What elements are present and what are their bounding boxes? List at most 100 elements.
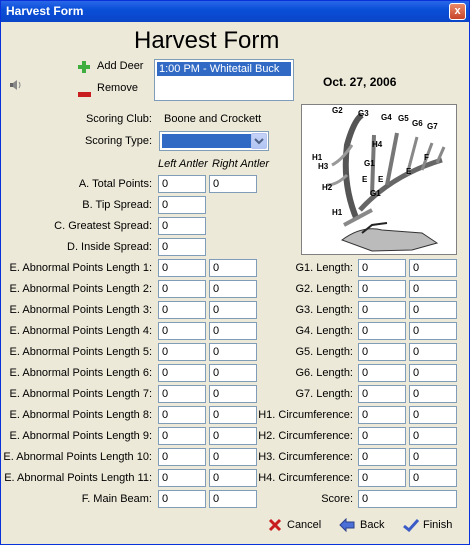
- diagram-label: G7: [427, 122, 438, 131]
- diagram-label: G1: [370, 189, 381, 198]
- right-antler-input[interactable]: 0: [209, 301, 257, 319]
- left-antler-input[interactable]: 0: [158, 343, 206, 361]
- right-antler-input[interactable]: 0: [409, 469, 457, 487]
- field-label: E. Abnormal Points Length 10:: [3, 451, 152, 463]
- field-label: E. Abnormal Points Length 3:: [9, 304, 152, 316]
- right-antler-input[interactable]: 0: [209, 259, 257, 277]
- left-antler-input[interactable]: 0: [158, 385, 206, 403]
- field-label: G6. Length:: [295, 367, 354, 379]
- right-antler-input[interactable]: 0: [409, 343, 457, 361]
- left-antler-header: Left Antler: [158, 158, 208, 170]
- left-antler-input[interactable]: 0: [158, 322, 206, 340]
- right-antler-input[interactable]: 0: [409, 427, 457, 445]
- right-antler-input[interactable]: 0: [409, 364, 457, 382]
- right-antler-input[interactable]: 0: [409, 322, 457, 340]
- field-label: F. Main Beam:: [81, 493, 152, 505]
- left-antler-input[interactable]: 0: [158, 364, 206, 382]
- title-bar[interactable]: Harvest Form x: [1, 1, 469, 22]
- scoring-type-label: Scoring Type:: [84, 135, 152, 147]
- right-antler-input[interactable]: 0: [209, 406, 257, 424]
- left-antler-input[interactable]: 0: [158, 448, 206, 466]
- left-antler-input[interactable]: 0: [158, 469, 206, 487]
- right-antler-input[interactable]: 0: [409, 385, 457, 403]
- back-label: Back: [360, 519, 385, 531]
- speaker-icon[interactable]: [9, 78, 23, 90]
- total-points-left-input[interactable]: 0: [158, 175, 206, 193]
- right-antler-input[interactable]: 0: [409, 301, 457, 319]
- left-antler-input[interactable]: 0: [158, 490, 206, 508]
- right-antler-input[interactable]: 0: [409, 448, 457, 466]
- right-antler-input[interactable]: 0: [409, 280, 457, 298]
- right-antler-input[interactable]: 0: [409, 406, 457, 424]
- left-antler-input[interactable]: 0: [358, 322, 406, 340]
- field-label: B. Tip Spread:: [82, 199, 152, 211]
- field-label: G7. Length:: [295, 388, 354, 400]
- field-label: H2. Circumference:: [258, 430, 353, 442]
- tip-spread-input[interactable]: 0: [158, 196, 206, 214]
- diagram-label: E: [362, 175, 368, 184]
- right-antler-input[interactable]: 0: [209, 490, 257, 508]
- right-antler-input[interactable]: 0: [209, 385, 257, 403]
- add-deer-button[interactable]: Add Deer: [97, 60, 143, 72]
- left-antler-input[interactable]: 0: [358, 469, 406, 487]
- right-antler-input[interactable]: 0: [409, 259, 457, 277]
- left-antler-input[interactable]: 0: [358, 280, 406, 298]
- diagram-label: F: [424, 153, 429, 162]
- score-input[interactable]: 0: [358, 490, 457, 508]
- checkmark-icon: [403, 518, 420, 533]
- deer-list-item[interactable]: 1:00 PM - Whitetail Buck: [157, 62, 291, 76]
- diagram-label: G3: [358, 109, 369, 118]
- left-antler-input[interactable]: 0: [158, 427, 206, 445]
- field-label: H3. Circumference:: [258, 451, 353, 463]
- left-antler-input[interactable]: 0: [358, 364, 406, 382]
- add-icon[interactable]: [77, 60, 91, 74]
- field-label: E. Abnormal Points Length 5:: [9, 346, 152, 358]
- remove-button[interactable]: Remove: [97, 82, 138, 94]
- right-antler-input[interactable]: 0: [209, 364, 257, 382]
- diagram-label: G4: [381, 113, 392, 122]
- inside-spread-input[interactable]: 0: [158, 238, 206, 256]
- field-label: E. Abnormal Points Length 4:: [9, 325, 152, 337]
- left-antler-input[interactable]: 0: [358, 406, 406, 424]
- diagram-label: H1: [312, 153, 323, 162]
- diagram-label: G2: [332, 106, 343, 115]
- harvest-date: Oct. 27, 2006: [323, 75, 397, 89]
- close-button[interactable]: x: [449, 3, 466, 20]
- cancel-icon: [268, 518, 282, 532]
- diagram-label: H1: [332, 208, 343, 217]
- left-antler-input[interactable]: 0: [358, 259, 406, 277]
- left-antler-input[interactable]: 0: [158, 280, 206, 298]
- scoring-type-value: [162, 134, 252, 148]
- back-arrow-icon: [339, 517, 355, 533]
- field-label: A. Total Points:: [78, 178, 152, 190]
- field-label: H4. Circumference:: [258, 472, 353, 484]
- left-antler-input[interactable]: 0: [358, 301, 406, 319]
- total-points-right-input[interactable]: 0: [209, 175, 257, 193]
- field-label: G1. Length:: [295, 262, 354, 274]
- diagram-label: E: [378, 175, 384, 184]
- right-antler-input[interactable]: 0: [209, 322, 257, 340]
- right-antler-input[interactable]: 0: [209, 448, 257, 466]
- form-heading: Harvest Form: [134, 27, 280, 54]
- left-antler-input[interactable]: 0: [158, 259, 206, 277]
- left-antler-input[interactable]: 0: [358, 385, 406, 403]
- right-antler-input[interactable]: 0: [209, 427, 257, 445]
- deer-listbox[interactable]: 1:00 PM - Whitetail Buck: [154, 59, 294, 101]
- field-label: E. Abnormal Points Length 6:: [9, 367, 152, 379]
- scoring-type-select[interactable]: [159, 131, 269, 151]
- greatest-spread-input[interactable]: 0: [158, 217, 206, 235]
- scoring-club-value: Boone and Crockett: [164, 113, 262, 125]
- left-antler-input[interactable]: 0: [358, 448, 406, 466]
- left-antler-input[interactable]: 0: [158, 406, 206, 424]
- right-antler-input[interactable]: 0: [209, 343, 257, 361]
- right-antler-input[interactable]: 0: [209, 469, 257, 487]
- remove-icon[interactable]: [78, 85, 91, 97]
- chevron-down-icon[interactable]: [251, 133, 267, 149]
- cancel-label: Cancel: [287, 519, 322, 531]
- left-antler-input[interactable]: 0: [358, 343, 406, 361]
- diagram-label: G6: [412, 119, 423, 128]
- right-antler-input[interactable]: 0: [209, 280, 257, 298]
- field-label: G4. Length:: [295, 325, 354, 337]
- left-antler-input[interactable]: 0: [158, 301, 206, 319]
- left-antler-input[interactable]: 0: [358, 427, 406, 445]
